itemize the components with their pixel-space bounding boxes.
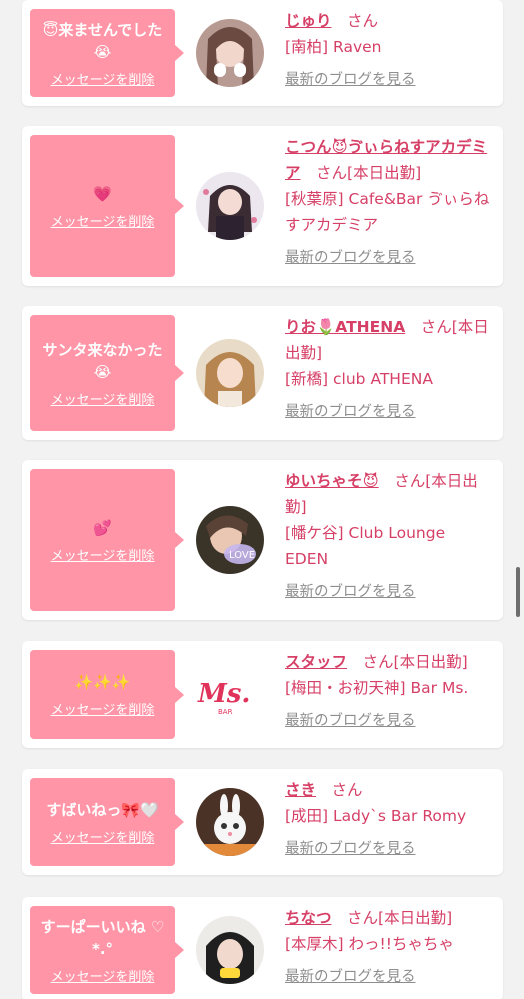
user-name-link[interactable]: じゅり <box>285 12 332 30</box>
user-name-link[interactable]: さき <box>285 781 316 799</box>
user-info: ちなつ さん[本日出勤] [本厚木] わっ!!ちゃちゃ 最新のブログを見る <box>285 905 491 990</box>
svg-text:Ms.: Ms. <box>197 679 250 709</box>
message-bubble: 😇来ませんでした😭 メッセージを削除 <box>30 9 184 97</box>
avatar[interactable] <box>196 788 264 856</box>
message-text: すばいねっ🎀🤍 <box>46 800 159 819</box>
message-text: すーぱーいいね ♡*.° <box>40 917 165 958</box>
delete-message-link[interactable]: メッセージを削除 <box>51 389 155 408</box>
message-text: サンタ来なかった😭 <box>42 340 163 381</box>
user-name-link[interactable]: りお🌷ATHENA <box>285 318 405 336</box>
svg-text:LOVE: LOVE <box>229 550 255 561</box>
message-card: すーぱーいいね ♡*.° メッセージを削除 ちなつ さん[本日出勤] [本厚木]… <box>22 897 503 999</box>
user-name-link[interactable]: ちなつ <box>285 909 332 927</box>
delete-message-link[interactable]: メッセージを削除 <box>51 545 155 564</box>
store-info: [本厚木] わっ!!ちゃちゃ <box>285 935 454 953</box>
user-info: スタッフ さん[本日出勤] [梅田・お初天神] Bar Ms. 最新のブログを見… <box>285 649 491 734</box>
avatar[interactable]: LOVE <box>196 506 264 574</box>
store-info: [成田] Lady`s Bar Romy <box>285 807 467 825</box>
message-text: 💕 <box>93 518 112 537</box>
avatar[interactable] <box>196 19 264 87</box>
user-info: こつん😈ゔぃらねすアカデミア さん[本日出勤] [秋葉原] Cafe&Bar ゔ… <box>285 134 491 271</box>
user-info: ゆいちゃそ😈 さん[本日出勤] [幡ケ谷] Club Lounge EDEN 最… <box>285 468 491 605</box>
store-info: [秋葉原] Cafe&Bar ゔぃらねすアカデミア <box>285 190 490 234</box>
message-card: 💕 メッセージを削除 LOVE ゆいちゃそ😈 さん[本日出勤] [幡ケ谷] Cl… <box>22 460 503 620</box>
message-card: 😇来ませんでした😭 メッセージを削除 じゅり さん [南柏] Raven 最新の… <box>22 0 503 106</box>
user-name-link[interactable]: スタッフ <box>285 653 347 671</box>
store-info: [南柏] Raven <box>285 38 382 56</box>
latest-blog-link[interactable]: 最新のブログを見る <box>285 67 416 93</box>
latest-blog-link[interactable]: 最新のブログを見る <box>285 399 416 425</box>
user-info: じゅり さん [南柏] Raven 最新のブログを見る <box>285 8 491 93</box>
message-bubble: サンタ来なかった😭 メッセージを削除 <box>30 315 184 431</box>
message-card: すばいねっ🎀🤍 メッセージを削除 さき さん [成田] Lady`s Bar R… <box>22 769 503 875</box>
message-bubble: ✨✨✨ メッセージを削除 <box>30 650 184 739</box>
message-bubble: すばいねっ🎀🤍 メッセージを削除 <box>30 778 184 866</box>
delete-message-link[interactable]: メッセージを削除 <box>51 69 155 88</box>
latest-blog-link[interactable]: 最新のブログを見る <box>285 245 416 271</box>
user-name-link[interactable]: ゆいちゃそ😈 <box>285 472 379 490</box>
store-info: [幡ケ谷] Club Lounge EDEN <box>285 524 446 568</box>
message-text: 😇来ませんでした😭 <box>42 20 163 61</box>
delete-message-link[interactable]: メッセージを削除 <box>51 211 155 230</box>
delete-message-link[interactable]: メッセージを削除 <box>51 699 155 718</box>
delete-message-link[interactable]: メッセージを削除 <box>51 827 155 846</box>
message-card: サンタ来なかった😭 メッセージを削除 りお🌷ATHENA さん[本日出勤] [新… <box>22 306 503 440</box>
message-text: 💗 <box>93 184 112 203</box>
message-card: 💗 メッセージを削除 こつん😈ゔぃらねすアカデミア さん[本日出勤] [秋葉原]… <box>22 126 503 286</box>
user-info: りお🌷ATHENA さん[本日出勤] [新橋] club ATHENA 最新のブ… <box>285 314 491 425</box>
latest-blog-link[interactable]: 最新のブログを見る <box>285 964 416 990</box>
user-info: さき さん [成田] Lady`s Bar Romy 最新のブログを見る <box>285 777 491 862</box>
latest-blog-link[interactable]: 最新のブログを見る <box>285 708 416 734</box>
message-card: ✨✨✨ メッセージを削除 Ms. BAR スタッフ さん[本日出勤] [梅田・お初… <box>22 641 503 748</box>
latest-blog-link[interactable]: 最新のブログを見る <box>285 579 416 605</box>
message-bubble: 💗 メッセージを削除 <box>30 135 184 277</box>
avatar[interactable] <box>196 172 264 240</box>
store-logo[interactable]: Ms. BAR <box>196 660 264 728</box>
svg-text:BAR: BAR <box>218 708 233 716</box>
avatar[interactable] <box>196 916 264 984</box>
store-info: [梅田・お初天神] Bar Ms. <box>285 679 469 697</box>
scrollbar[interactable] <box>516 567 520 617</box>
latest-blog-link[interactable]: 最新のブログを見る <box>285 836 416 862</box>
store-info: [新橋] club ATHENA <box>285 370 433 388</box>
message-bubble: すーぱーいいね ♡*.° メッセージを削除 <box>30 906 184 994</box>
delete-message-link[interactable]: メッセージを削除 <box>51 966 155 985</box>
message-text: ✨✨✨ <box>74 673 131 691</box>
avatar[interactable] <box>196 339 264 407</box>
message-bubble: 💕 メッセージを削除 <box>30 469 184 611</box>
